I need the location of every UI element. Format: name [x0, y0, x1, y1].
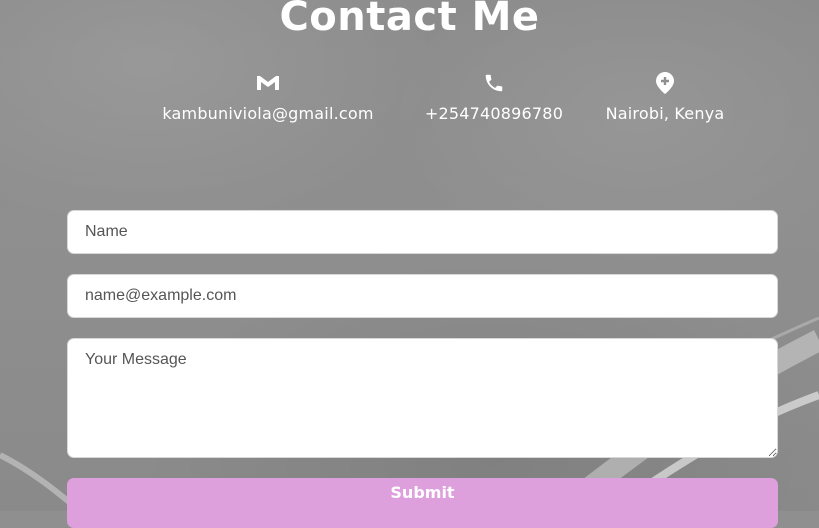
submit-button[interactable]: Submit — [67, 478, 778, 528]
phone-icon — [420, 66, 568, 98]
map-pin-icon — [598, 66, 732, 98]
message-textarea[interactable] — [67, 338, 778, 458]
contact-phone-text: +254740896780 — [424, 104, 564, 123]
page-title: Contact Me — [279, 0, 540, 40]
contact-email[interactable]: kambuniviola@gmail.com — [148, 66, 388, 123]
contact-location-text: Nairobi, Kenya — [605, 104, 725, 123]
contact-location: Nairobi, Kenya — [598, 66, 732, 123]
email-input[interactable] — [67, 274, 778, 318]
contact-email-text: kambuniviola@gmail.com — [162, 104, 374, 123]
contact-phone[interactable]: +254740896780 — [420, 66, 568, 123]
gmail-icon — [148, 66, 388, 98]
name-input[interactable] — [67, 210, 778, 254]
